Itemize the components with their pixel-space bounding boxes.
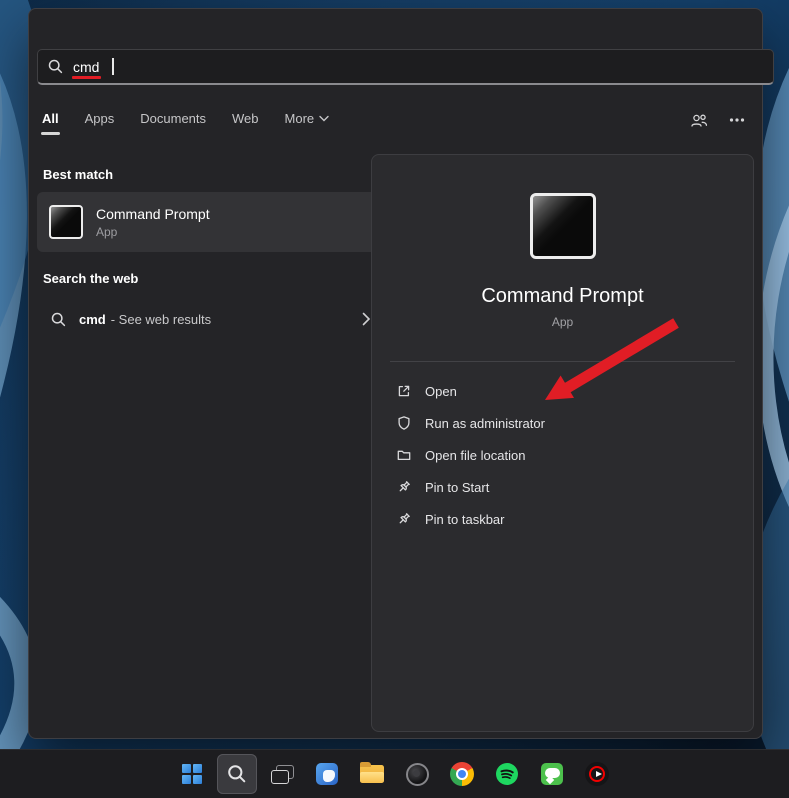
tab-all-label: All [42,111,59,126]
tab-more-label: More [284,111,315,126]
pin-icon [396,511,412,527]
play-button-icon [585,762,609,786]
preview-app-title: Command Prompt [481,285,644,307]
search-header-actions [690,109,746,128]
tab-documents-label: Documents [140,111,207,126]
action-label: Open [425,383,457,399]
command-prompt-icon [49,205,83,239]
best-match-result[interactable]: Command Prompt App [37,192,381,252]
taskbar-chrome-button[interactable] [442,754,482,794]
camera-lens-icon [405,762,429,786]
search-query: cmd [73,58,100,75]
taskbar-start-button[interactable] [172,754,212,794]
preview-app-subtitle: App [551,315,574,329]
screen: cmd All Apps Documents Web More Best mat… [0,0,789,798]
action-open[interactable]: Open [390,375,735,407]
best-match-heading: Best match [43,167,114,182]
web-section-heading: Search the web [43,271,139,286]
action-label: Pin to Start [425,479,490,495]
preview-panel: Command Prompt App Open Run as administr… [371,154,754,732]
search-icon [51,312,66,327]
search-input[interactable]: cmd [37,49,774,85]
action-label: Pin to taskbar [425,511,505,527]
command-prompt-icon-large [529,193,596,259]
account-button[interactable] [690,112,708,128]
action-label: Open file location [425,447,526,463]
search-icon [228,765,246,783]
action-pin-to-taskbar[interactable]: Pin to taskbar [390,503,735,535]
result-title: Command Prompt [96,205,210,222]
result-subtitle: App [96,224,118,239]
more-options-button[interactable] [728,112,746,128]
best-match-meta: Command Prompt App [96,206,210,239]
tab-apps[interactable]: Apps [84,109,116,138]
tab-all[interactable]: All [41,109,60,138]
action-open-file-location[interactable]: Open file location [390,439,735,471]
taskbar-spotify-button[interactable] [487,754,527,794]
pin-icon [396,479,412,495]
action-label: Run as administrator [425,415,545,431]
taskbar-camera-app-button[interactable] [397,754,437,794]
chat-bubble-icon [541,763,563,785]
folder-outline-icon [396,447,412,463]
taskbar-task-view-button[interactable] [262,754,302,794]
tab-web-label: Web [232,111,259,126]
expand-web-results-button[interactable] [362,312,371,326]
text-cursor [112,58,114,75]
taskbar-widgets-button[interactable] [307,754,347,794]
annotation-red-underline [72,75,102,79]
search-icon [48,59,63,74]
action-pin-to-start[interactable]: Pin to Start [390,471,735,503]
spotify-icon [496,763,518,785]
web-result-suffix: - See web results [110,311,212,327]
web-result-query: cmd [79,311,106,327]
folder-icon [360,762,384,783]
tab-documents[interactable]: Documents [139,109,207,138]
taskbar-youtube-music-button[interactable] [577,754,617,794]
taskbar-file-explorer-button[interactable] [352,754,392,794]
search-filter-tabs: All Apps Documents Web More [41,109,746,145]
app-actions-list: Open Run as administrator Open file loca… [372,362,753,548]
search-flyout: cmd All Apps Documents Web More Best mat… [28,8,774,739]
web-search-result[interactable]: cmd - See web results [37,297,383,341]
open-external-icon [396,383,412,399]
task-view-icon [270,764,294,784]
chevron-right-icon [362,312,371,326]
action-run-as-administrator[interactable]: Run as administrator [390,407,735,439]
tab-apps-label: Apps [84,111,115,126]
ellipsis-icon [729,118,745,122]
chevron-down-icon [319,115,329,122]
tab-more[interactable]: More [284,109,331,138]
chrome-icon [450,762,474,786]
search-query-wrap: cmd [72,58,102,79]
web-result-text: cmd - See web results [79,312,211,327]
taskbar-search-button[interactable] [217,754,257,794]
tab-web[interactable]: Web [231,109,260,138]
people-icon [691,114,708,127]
admin-shield-icon [396,415,412,431]
widgets-icon [316,763,338,785]
taskbar [0,749,789,798]
windows-logo-icon [182,764,202,784]
taskbar-chat-app-button[interactable] [532,754,572,794]
